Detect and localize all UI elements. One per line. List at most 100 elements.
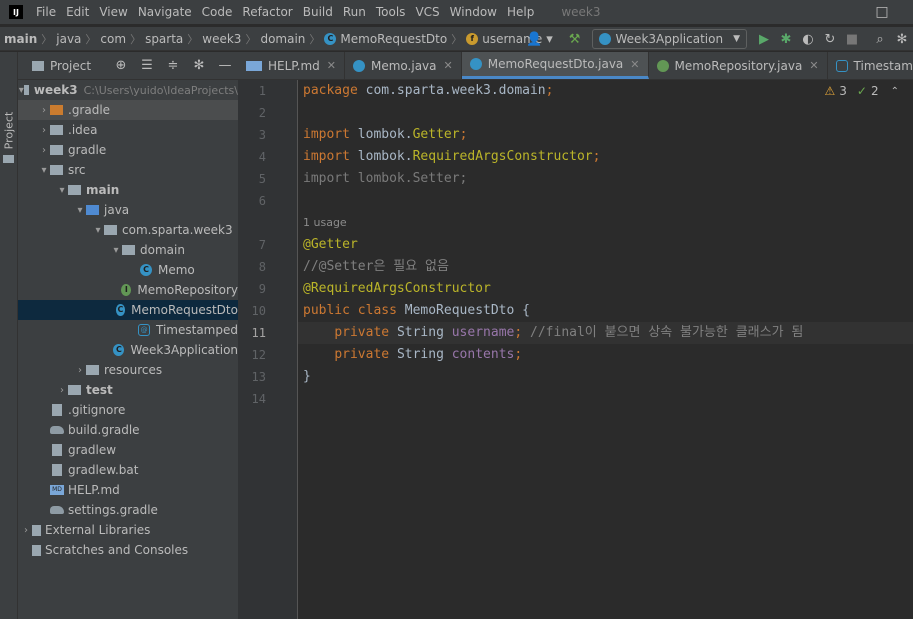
project-tool-window-button[interactable]: Project <box>0 110 18 150</box>
tree-item-gradlew[interactable]: gradlew <box>18 440 238 460</box>
tree-item-java[interactable]: ▾ java <box>18 200 238 220</box>
menu-item-edit[interactable]: Edit <box>61 0 94 24</box>
hide-panel-icon[interactable]: — <box>212 58 238 73</box>
breadcrumb-item[interactable]: com <box>97 32 129 46</box>
collapsed-arrow-icon[interactable]: › <box>74 365 86 376</box>
menu-item-build[interactable]: Build <box>298 0 338 24</box>
expanded-arrow-icon[interactable]: ▾ <box>56 185 68 196</box>
breadcrumb-item[interactable]: C MemoRequestDto <box>321 32 450 46</box>
tree-item-external-libraries[interactable]: › External Libraries <box>18 520 238 540</box>
menu-item-run[interactable]: Run <box>338 0 371 24</box>
close-icon[interactable]: ✕ <box>327 59 336 72</box>
menu-item-file[interactable]: File <box>31 0 61 24</box>
tree-item-build-gradle[interactable]: build.gradle <box>18 420 238 440</box>
collapsed-arrow-icon[interactable]: › <box>56 385 68 396</box>
code-line[interactable]: public class MemoRequestDto { <box>298 300 913 322</box>
tree-item--gitignore[interactable]: .gitignore <box>18 400 238 420</box>
code-line[interactable]: private String contents; <box>298 344 913 366</box>
tree-item-gradlew-bat[interactable]: gradlew.bat <box>18 460 238 480</box>
tree-item-memorepository[interactable]: I MemoRepository <box>18 280 238 300</box>
expanded-arrow-icon[interactable]: ▾ <box>38 165 50 176</box>
expanded-arrow-icon[interactable]: ▾ <box>92 225 104 236</box>
tree-item-label: Scratches and Consoles <box>45 543 189 557</box>
tree-item-resources[interactable]: › resources <box>18 360 238 380</box>
build-hammer-icon[interactable]: ⚒ <box>564 28 586 50</box>
collapsed-arrow-icon[interactable]: › <box>38 105 50 116</box>
code-line[interactable]: import lombok.RequiredArgsConstructor; <box>298 146 913 168</box>
code-line[interactable]: import lombok.Setter; <box>298 168 913 190</box>
gear-icon[interactable]: ✻ <box>186 58 212 73</box>
line-number: 5 <box>258 172 266 186</box>
tab-memorepository-java[interactable]: MemoRepository.java ✕ <box>649 52 828 79</box>
collapse-all-icon[interactable]: ☰ <box>134 58 160 73</box>
tree-item--gradle[interactable]: › .gradle <box>18 100 238 120</box>
tree-item-main[interactable]: ▾ main <box>18 180 238 200</box>
code-token: @RequiredArgsConstructor <box>303 281 491 296</box>
tree-item-week3application[interactable]: C Week3Application <box>18 340 238 360</box>
run-configuration-select[interactable]: Week3Application ▼ <box>591 29 747 49</box>
tree-item-settings-gradle[interactable]: settings.gradle <box>18 500 238 520</box>
collapsed-arrow-icon[interactable]: › <box>38 125 50 136</box>
tree-item-domain[interactable]: ▾ domain <box>18 240 238 260</box>
tab-memo-java[interactable]: Memo.java ✕ <box>345 52 462 79</box>
close-icon[interactable]: ✕ <box>444 59 453 72</box>
menu-item-tools[interactable]: Tools <box>371 0 411 24</box>
code-line[interactable]: } <box>298 366 913 388</box>
close-icon[interactable]: ✕ <box>630 58 639 71</box>
menu-item-view[interactable]: View <box>94 0 132 24</box>
breadcrumb-item[interactable]: domain <box>257 32 308 46</box>
tree-item-memorequestdto[interactable]: C MemoRequestDto <box>18 300 238 320</box>
usage-hint[interactable]: 1 usage <box>303 212 347 234</box>
expanded-arrow-icon[interactable]: ▾ <box>110 245 122 256</box>
menu-item-navigate[interactable]: Navigate <box>133 0 197 24</box>
profile-icon[interactable]: ↻ <box>819 28 841 50</box>
tree-item-memo[interactable]: C Memo <box>18 260 238 280</box>
tree-item-test[interactable]: › test <box>18 380 238 400</box>
expand-all-icon[interactable]: ≑ <box>160 58 186 73</box>
run-icon[interactable]: ▶ <box>753 28 775 50</box>
stop-icon[interactable]: ■ <box>841 28 863 50</box>
tree-item-gradle[interactable]: › gradle <box>18 140 238 160</box>
tree-item-help-md[interactable]: MD HELP.md <box>18 480 238 500</box>
tree-item-com-sparta-week3[interactable]: ▾ com.sparta.week3 <box>18 220 238 240</box>
menu-item-help[interactable]: Help <box>502 0 539 24</box>
tree-item-scratches-and-consoles[interactable]: Scratches and Consoles <box>18 540 238 560</box>
close-icon[interactable]: ✕ <box>809 59 818 72</box>
code-line[interactable]: //@Setter은 필요 없음 <box>298 256 913 278</box>
breadcrumb-item[interactable]: main <box>0 32 40 46</box>
menu-item-refactor[interactable]: Refactor <box>237 0 297 24</box>
code-line[interactable]: import lombok.Getter; <box>298 124 913 146</box>
coverage-icon[interactable]: ◐ <box>797 28 819 50</box>
breadcrumb-item[interactable]: java <box>53 32 84 46</box>
code-line[interactable]: package com.sparta.week3.domain; <box>298 80 913 102</box>
code-line[interactable] <box>298 102 913 124</box>
tree-item-src[interactable]: ▾ src <box>18 160 238 180</box>
code-line[interactable]: @RequiredArgsConstructor <box>298 278 913 300</box>
menu-item-window[interactable]: Window <box>445 0 502 24</box>
tab-timestampe[interactable]: Timestampe <box>828 52 913 79</box>
vcs-user-icon[interactable]: 👤 <box>524 28 546 50</box>
tree-item-week3[interactable]: ▾ week3 C:\Users\yuido\IdeaProjects\ <box>18 80 238 100</box>
tab-help-md[interactable]: HELP.md ✕ <box>238 52 345 79</box>
code-line[interactable]: @Getter <box>298 234 913 256</box>
tree-item-timestamped[interactable]: @ Timestamped <box>18 320 238 340</box>
code-line[interactable] <box>298 190 913 212</box>
collapsed-arrow-icon[interactable]: › <box>38 145 50 156</box>
menu-item-code[interactable]: Code <box>197 0 238 24</box>
breadcrumb-item[interactable]: week3 <box>199 32 244 46</box>
project-panel-title[interactable]: Project <box>50 59 91 73</box>
menu-item-vcs[interactable]: VCS <box>410 0 444 24</box>
maximize-window-icon[interactable]: □ <box>865 0 899 24</box>
settings-gear-icon[interactable]: ✻ <box>891 28 913 50</box>
locate-file-icon[interactable]: ⊕ <box>108 58 134 73</box>
expanded-arrow-icon[interactable]: ▾ <box>74 205 86 216</box>
search-icon[interactable]: ⌕ <box>869 28 891 50</box>
collapsed-arrow-icon[interactable]: › <box>20 525 32 536</box>
debug-icon[interactable]: ✱ <box>775 28 797 50</box>
code-editor[interactable]: ⚠ 3 ✓ 2 ⌃ package com.sparta.week3.domai… <box>298 80 913 619</box>
code-line[interactable] <box>298 388 913 410</box>
tree-item--idea[interactable]: › .idea <box>18 120 238 140</box>
tab-memorequestdto-java[interactable]: MemoRequestDto.java ✕ <box>461 52 649 79</box>
breadcrumb-item[interactable]: sparta <box>142 32 186 46</box>
code-line[interactable]: private String username; //final이 붙으면 상속… <box>298 322 913 344</box>
